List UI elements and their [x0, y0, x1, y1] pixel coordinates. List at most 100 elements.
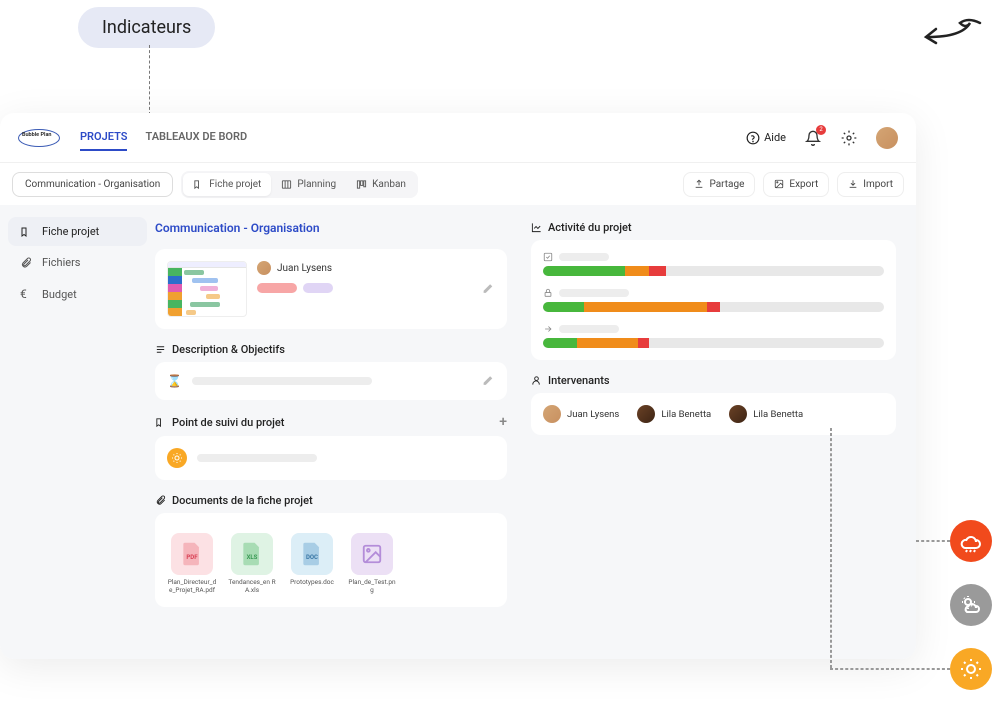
documents-card: PDF Plan_Directeur_de_Projet_RA.pdf XLS … — [155, 513, 507, 607]
gantt-thumbnail — [167, 261, 247, 317]
xls-icon: XLS — [231, 533, 273, 575]
sidenav-item-fichiers[interactable]: Fichiers — [8, 248, 147, 277]
svg-text:DOC: DOC — [306, 554, 318, 561]
avatar — [543, 405, 561, 423]
intervenant-name: Juan Lysens — [567, 409, 619, 420]
pdf-icon: PDF — [171, 533, 213, 575]
share-button[interactable]: Partage — [683, 172, 755, 197]
weather-indicators — [950, 520, 992, 690]
edit-description-button[interactable] — [482, 372, 495, 391]
rain-indicator[interactable] — [950, 520, 992, 562]
section-title: Point de suivi du projet — [172, 416, 284, 429]
intervenant-item[interactable]: Lila Benetta — [637, 405, 711, 423]
topbar: Bubble Plan PROJETS TABLEAUX DE BORD Aid… — [0, 113, 916, 163]
document-name: Plan_de_Test.png — [347, 579, 397, 595]
app-window: Bubble Plan PROJETS TABLEAUX DE BORD Aid… — [0, 113, 916, 659]
avatar — [729, 405, 747, 423]
export-button[interactable]: Export — [763, 172, 829, 197]
annotation-pill: Indicateurs — [78, 7, 215, 48]
intervenant-item[interactable]: Juan Lysens — [543, 405, 619, 423]
sunny-indicator[interactable] — [950, 648, 992, 690]
view-tabs: Fiche projet Planning Kanban — [181, 171, 418, 198]
logo-text: Bubble Plan — [22, 132, 52, 138]
placeholder-text — [559, 253, 609, 261]
intervenant-item[interactable]: Lila Benetta — [729, 405, 803, 423]
view-tab-label: Kanban — [372, 179, 406, 190]
project-summary-card: Juan Lysens — [155, 249, 507, 329]
doc-icon: DOC — [291, 533, 333, 575]
logo[interactable]: Bubble Plan — [18, 126, 60, 150]
document-item[interactable]: Plan_de_Test.png — [347, 533, 397, 595]
user-avatar[interactable] — [876, 127, 898, 149]
view-tab-planning[interactable]: Planning — [271, 173, 346, 196]
avatar — [637, 405, 655, 423]
content-area: Fiche projet Fichiers € Budget Communica… — [0, 205, 916, 659]
sidenav-item-budget[interactable]: € Budget — [8, 279, 147, 309]
toolbar: Communication - Organisation Fiche proje… — [0, 163, 916, 205]
tab-tableaux[interactable]: TABLEAUX DE BORD — [145, 124, 247, 151]
view-tab-label: Fiche projet — [209, 179, 261, 190]
section-header-description: Description & Objectifs — [155, 343, 507, 356]
annotation-label: Indicateurs — [102, 17, 191, 38]
hourglass-icon: ⌛ — [167, 374, 182, 388]
annotation-connector — [149, 45, 150, 115]
action-label: Import — [863, 179, 893, 190]
help-link[interactable]: Aide — [746, 131, 786, 145]
intervenant-name: Lila Benetta — [661, 409, 711, 420]
tab-projets[interactable]: PROJETS — [80, 124, 127, 151]
sidenav-item-fiche[interactable]: Fiche projet — [8, 217, 147, 246]
section-title: Intervenants — [548, 374, 610, 387]
action-label: Partage — [709, 179, 744, 190]
view-tab-kanban[interactable]: Kanban — [346, 173, 416, 196]
check-icon — [543, 252, 553, 262]
suivi-card — [155, 436, 507, 480]
activity-row — [543, 288, 884, 312]
section-header-documents: Documents de la fiche projet — [155, 494, 507, 507]
swirl-arrow-icon — [918, 15, 982, 49]
add-suivi-button[interactable]: + — [499, 414, 507, 430]
owner-avatar — [257, 261, 271, 275]
settings-button[interactable] — [840, 129, 858, 147]
document-item[interactable]: XLS Tendances_en RA.xls — [227, 533, 277, 595]
placeholder-text — [192, 377, 372, 385]
project-title: Communication - Organisation — [155, 221, 507, 235]
section-title: Documents de la fiche projet — [172, 494, 313, 507]
view-tab-label: Planning — [297, 179, 336, 190]
action-label: Export — [789, 179, 818, 190]
document-name: Prototypes.doc — [287, 579, 337, 587]
breadcrumb[interactable]: Communication - Organisation — [12, 172, 173, 197]
sidenav-label: Fichiers — [42, 256, 80, 269]
help-label: Aide — [764, 131, 786, 144]
document-item[interactable]: DOC Prototypes.doc — [287, 533, 337, 595]
progress-bar — [543, 338, 884, 348]
lock-icon — [543, 288, 553, 298]
document-item[interactable]: PDF Plan_Directeur_de_Projet_RA.pdf — [167, 533, 217, 595]
section-header-suivi: Point de suivi du projet + — [155, 414, 507, 430]
edit-summary-button[interactable] — [482, 280, 495, 299]
activity-row — [543, 324, 884, 348]
document-name: Tendances_en RA.xls — [227, 579, 277, 595]
sidenav-label: Fiche projet — [42, 225, 99, 238]
activity-card — [531, 240, 896, 360]
main-tabs: PROJETS TABLEAUX DE BORD — [80, 124, 247, 151]
tag-pill — [257, 283, 297, 293]
intervenants-card: Juan Lysens Lila Benetta Lila Benetta — [531, 393, 896, 435]
section-title: Description & Objectifs — [172, 343, 285, 356]
image-icon — [351, 533, 393, 575]
placeholder-text — [559, 325, 619, 333]
notifications-button[interactable]: 2 — [804, 129, 822, 147]
intervenant-name: Lila Benetta — [753, 409, 803, 420]
cloudy-indicator[interactable] — [950, 584, 992, 626]
progress-bar — [543, 302, 884, 312]
status-dot-icon — [167, 448, 187, 468]
import-button[interactable]: Import — [837, 172, 904, 197]
notif-badge: 2 — [816, 125, 826, 135]
description-card: ⌛ — [155, 362, 507, 400]
sidenav: Fiche projet Fichiers € Budget — [0, 205, 155, 659]
tag-pill — [303, 283, 333, 293]
placeholder-text — [559, 289, 629, 297]
view-tab-fiche[interactable]: Fiche projet — [183, 173, 271, 196]
placeholder-text — [197, 454, 317, 462]
svg-text:XLS: XLS — [247, 554, 258, 561]
svg-text:PDF: PDF — [186, 554, 198, 561]
